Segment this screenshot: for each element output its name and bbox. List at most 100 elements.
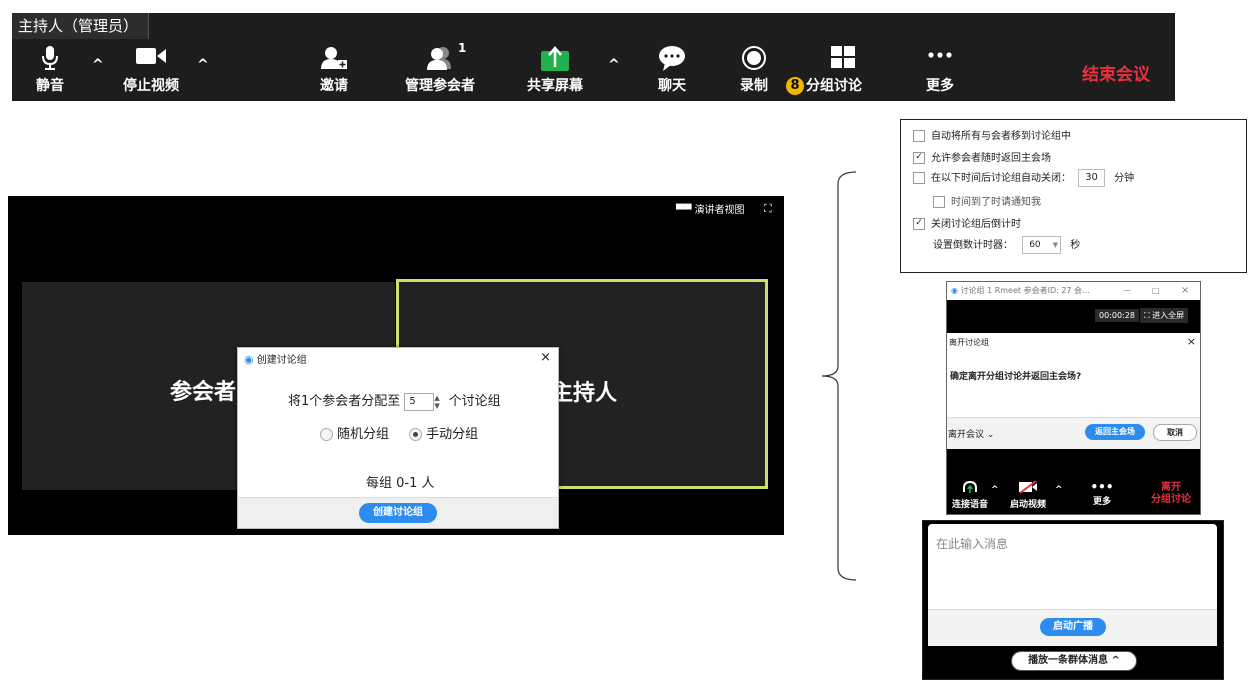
manage-participants-button[interactable]: 1 管理参会者	[395, 41, 485, 99]
add-user-icon	[321, 47, 347, 69]
start-video-label: 启动视频	[1009, 500, 1046, 510]
countdown-select[interactable]: 60 ▼	[1022, 236, 1062, 254]
broadcast-message-input[interactable]: 在此输入消息	[936, 535, 1008, 552]
option-auto-close[interactable]: 在以下时间后讨论组自动关闭： 30 分钟	[913, 169, 1134, 187]
per-room-text: 每组 0-1 人	[366, 476, 435, 491]
auto-assign-label: 随机分组	[337, 427, 390, 442]
option-countdown[interactable]: ✓ 关闭讨论组后倒计时	[913, 215, 1021, 230]
mute-label: 静音	[36, 78, 64, 94]
option-notify-me[interactable]: 时间到了时请通知我	[933, 193, 1041, 208]
start-video-button[interactable]: 启动视频	[1007, 480, 1049, 510]
countdown-setting-label: 设置倒数计时器：	[933, 240, 1013, 251]
app-logo-icon: ◉	[244, 353, 254, 366]
option-auto-move[interactable]: 自动将所有与会者移到讨论组中	[913, 127, 1071, 142]
countdown-value: 60	[1029, 240, 1041, 250]
broadcast-message-button[interactable]: 播放一条群体消息 ^	[1011, 651, 1137, 671]
grouping-bracket	[821, 171, 857, 581]
assign-prefix-text: 将1个参会者分配至	[288, 394, 401, 409]
broadcast-footer: 启动广播	[928, 609, 1217, 646]
manual-assign-radio[interactable]	[409, 428, 423, 441]
auto-close-label: 在以下时间后讨论组自动关闭：	[931, 173, 1071, 184]
create-breakout-button[interactable]: 创建讨论组	[359, 503, 437, 523]
manual-assign-option[interactable]: 手动分组	[409, 427, 478, 442]
auto-close-checkbox[interactable]	[913, 172, 925, 184]
share-screen-button[interactable]: 共享屏幕	[520, 43, 590, 99]
auto-move-checkbox[interactable]	[913, 130, 925, 142]
countdown-unit: 秒	[1070, 240, 1081, 251]
leave-dialog-footer: 离开会议 ⌄ 返回主会场 取消	[947, 417, 1200, 449]
broadcast-panel: 在此输入消息 启动广播 播放一条群体消息 ^	[922, 520, 1224, 680]
auto-assign-radio[interactable]	[320, 428, 333, 441]
enter-fullscreen-button[interactable]: ⛶ 进入全屏	[1140, 308, 1189, 323]
share-screen-icon	[541, 46, 569, 71]
leave-breakout-dialog: 离开讨论组 × 确定离开分组讨论并返回主会场? 离开会议 ⌄ 返回主会场 取消	[947, 333, 1200, 449]
leave-dialog-title: 离开讨论组	[949, 338, 989, 347]
leave-dialog-close-button[interactable]: ×	[1187, 335, 1196, 348]
fullscreen-icon: ⛶	[1144, 311, 1153, 320]
stop-video-button[interactable]: 停止视频	[116, 43, 186, 99]
cancel-button[interactable]: 取消	[1153, 424, 1197, 441]
maximize-button[interactable]: □	[1152, 282, 1160, 300]
video-caret[interactable]: ^	[1055, 485, 1063, 495]
dialog-title-bar: ◉ 创建讨论组	[244, 351, 307, 366]
option-allow-return[interactable]: ✓ 允许参会者随时返回主会场	[913, 149, 1051, 164]
speaker-view-button[interactable]: ▀▀ 演讲者视图	[676, 201, 745, 216]
host-role-tab: 主持人（管理员）	[12, 13, 150, 39]
chat-button[interactable]: 聊天	[650, 43, 694, 99]
auto-close-minutes-input[interactable]: 30	[1078, 169, 1105, 187]
app-logo-icon: ◉	[951, 286, 958, 295]
notify-me-checkbox[interactable]	[933, 196, 945, 208]
countdown-checkbox[interactable]: ✓	[913, 218, 925, 230]
more-dots-icon: •••	[1090, 480, 1114, 494]
step-number-badge: 8	[786, 77, 804, 95]
start-broadcast-button[interactable]: 启动广播	[1040, 618, 1106, 636]
assign-suffix-text: 个讨论组	[448, 394, 501, 409]
auto-assign-option[interactable]: 随机分组	[320, 427, 389, 442]
invite-button[interactable]: 邀请	[312, 43, 356, 99]
breakout-timer: 00:00:28	[1095, 309, 1139, 322]
audio-caret[interactable]: ^	[991, 485, 999, 495]
breakout-more-button[interactable]: ••• 更多	[1087, 480, 1117, 507]
chat-bubble-icon	[659, 46, 685, 71]
breakout-more-label: 更多	[1092, 497, 1111, 507]
chat-label: 聊天	[658, 78, 686, 94]
participant-tile-name: 参会者	[170, 380, 237, 405]
return-main-room-button[interactable]: 返回主会场	[1085, 424, 1145, 440]
dialog-title: 创建讨论组	[256, 355, 307, 366]
connect-audio-button[interactable]: 连接语音	[949, 480, 991, 510]
close-window-button[interactable]: ×	[1181, 282, 1189, 300]
speaker-view-icon: ▀▀	[676, 205, 695, 216]
enter-fullscreen-label: 进入全屏	[1152, 311, 1185, 320]
dialog-footer: 创建讨论组	[238, 497, 558, 528]
end-meeting-button[interactable]: 结束会议	[1082, 60, 1150, 85]
leave-breakout-label-1: 离开	[1161, 482, 1181, 493]
allow-return-checkbox[interactable]: ✓	[913, 152, 925, 164]
manual-assign-label: 手动分组	[426, 427, 479, 442]
record-icon	[742, 46, 766, 70]
leave-breakout-button[interactable]: 离开 分组讨论	[1145, 482, 1197, 506]
video-options-caret[interactable]: ^	[197, 57, 209, 73]
speaker-view-label: 演讲者视图	[694, 205, 745, 216]
auto-close-unit: 分钟	[1114, 173, 1135, 184]
share-options-caret[interactable]: ^	[608, 57, 620, 73]
countdown-setting-row: 设置倒数计时器： 60 ▼ 秒	[933, 236, 1080, 254]
room-count-input[interactable]: 5	[404, 392, 435, 411]
breakout-window-titlebar: ◉ 讨论组 1 Rmeet 参会者ID: 27 会... — □ ×	[947, 282, 1200, 300]
fullscreen-icon[interactable]: ⛶	[764, 202, 772, 216]
leave-meeting-dropdown[interactable]: 离开会议 ⌄	[948, 427, 994, 440]
audio-options-caret[interactable]: ^	[92, 57, 104, 73]
breakout-window-title: 讨论组 1 Rmeet 参会者ID: 27 会...	[960, 286, 1090, 295]
breakout-rooms-label: 分组讨论	[806, 78, 862, 94]
more-label: 更多	[926, 78, 954, 94]
minimize-button[interactable]: —	[1123, 282, 1131, 300]
breakout-rooms-button[interactable]: 8 分组讨论	[786, 43, 882, 99]
record-button[interactable]: 录制	[734, 43, 774, 99]
headphone-icon	[963, 480, 977, 493]
room-count-stepper[interactable]: ▲ ▼	[434, 394, 444, 410]
close-dialog-button[interactable]: ×	[540, 350, 551, 365]
connect-audio-label: 连接语音	[951, 500, 988, 510]
auto-move-label: 自动将所有与会者移到讨论组中	[931, 131, 1071, 142]
mute-button[interactable]: 静音	[30, 43, 70, 99]
more-button[interactable]: 更多	[922, 43, 958, 99]
microphone-icon	[42, 46, 58, 70]
